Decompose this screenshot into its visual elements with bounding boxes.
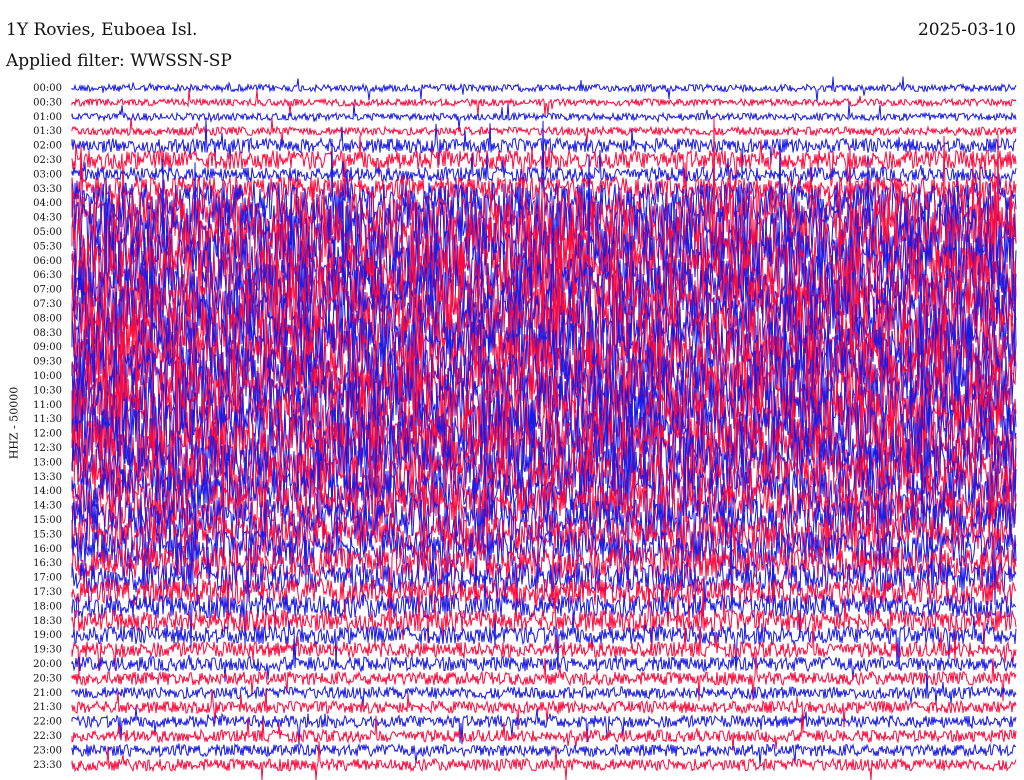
row-time-label: 13:30 [33, 472, 62, 483]
row-time-label: 22:00 [33, 717, 62, 728]
trace-line-00:30 [71, 89, 1017, 117]
row-time-label: 15:30 [33, 529, 62, 540]
row-time-label: 16:30 [33, 558, 62, 569]
row-time-label: 11:00 [33, 400, 62, 411]
row-time-label: 22:30 [33, 731, 62, 742]
row-time-label: 00:30 [33, 97, 62, 108]
row-time-label: 17:00 [33, 573, 62, 584]
row-time-label: 19:00 [33, 630, 62, 641]
row-time-label: 07:00 [33, 285, 62, 296]
row-time-label: 15:00 [33, 515, 62, 526]
row-time-label: 11:30 [33, 414, 62, 425]
trace-line-23:30 [71, 741, 1017, 780]
row-time-label: 16:00 [33, 544, 62, 555]
row-time-label: 06:30 [33, 270, 62, 281]
row-time-label: 12:00 [33, 429, 62, 440]
row-time-label: 13:00 [33, 457, 62, 468]
row-time-label: 03:30 [33, 184, 62, 195]
row-time-label: 07:30 [33, 299, 62, 310]
row-time-label: 21:30 [33, 702, 62, 713]
row-time-label: 23:30 [33, 760, 62, 771]
trace-line-00:00 [71, 76, 1017, 103]
row-time-label: 00:00 [33, 83, 62, 94]
row-time-label: 12:30 [33, 443, 62, 454]
row-time-label: 20:30 [33, 673, 62, 684]
row-time-label: 19:30 [33, 645, 62, 656]
row-time-label: 09:30 [33, 357, 62, 368]
row-time-label: 05:00 [33, 227, 62, 238]
row-time-label: 09:00 [33, 342, 62, 353]
row-time-label: 18:00 [33, 601, 62, 612]
row-time-label: 23:00 [33, 745, 62, 756]
row-time-label: 14:30 [33, 501, 62, 512]
row-time-label: 02:00 [33, 141, 62, 152]
row-time-label: 14:00 [33, 486, 62, 497]
row-time-label: 06:00 [33, 256, 62, 267]
row-time-label: 05:30 [33, 241, 62, 252]
row-time-label: 08:00 [33, 313, 62, 324]
row-time-label: 03:00 [33, 169, 62, 180]
row-time-label: 08:30 [33, 328, 62, 339]
row-time-label: 04:00 [33, 198, 62, 209]
row-time-label: 10:00 [33, 371, 62, 382]
row-time-label: 01:00 [33, 112, 62, 123]
row-time-label: 17:30 [33, 587, 62, 598]
row-time-label: 02:30 [33, 155, 62, 166]
row-time-label: 01:30 [33, 126, 62, 137]
row-time-label: 18:30 [33, 616, 62, 627]
row-time-label: 21:00 [33, 688, 62, 699]
row-time-label: 20:00 [33, 659, 62, 670]
row-time-label: 10:30 [33, 385, 62, 396]
row-time-label: 04:30 [33, 213, 62, 224]
helicorder-plot: 00:00 00:30 01:00 01:30 02:00 02:30 03:00 03:30… [33, 76, 1017, 780]
